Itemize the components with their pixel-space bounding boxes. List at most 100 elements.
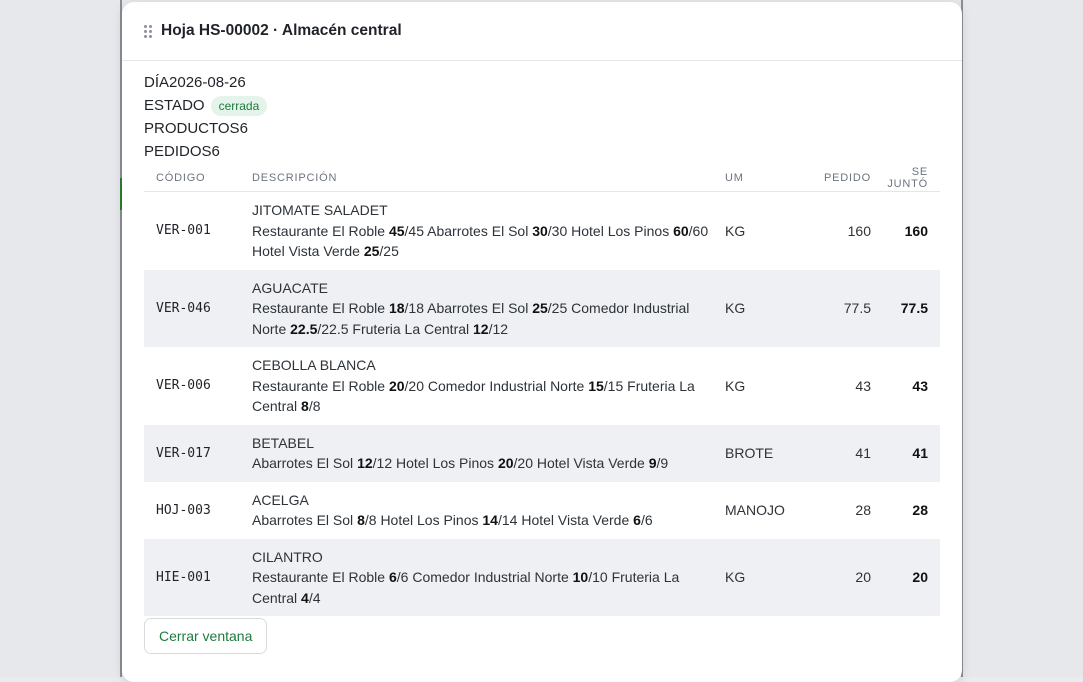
allocation-client: Restaurante El Roble — [252, 377, 386, 394]
allocation-collected: 9 — [648, 455, 657, 471]
allocation-collected: 60 — [673, 222, 689, 239]
ordered-quantity: 160 — [847, 222, 871, 239]
allocation-collected: 25 — [532, 300, 548, 316]
allocation-ordered: /14 — [497, 512, 518, 528]
allocation-client: Abarrotes El Sol — [427, 222, 529, 239]
product-name: CILANTRO — [252, 548, 323, 565]
allocation-client: Abarrotes El Sol — [252, 512, 354, 528]
allocation-collected: 14 — [482, 512, 498, 528]
allocation-client: Comedor Industrial Norte — [412, 569, 569, 585]
allocation-client: Abarrotes El Sol — [252, 455, 354, 471]
allocation-ordered: /4 — [308, 589, 321, 606]
allocation-client: Hotel Los Pinos — [396, 455, 495, 471]
unit-of-measure: MANOJO — [725, 502, 785, 518]
allocation-ordered: /6 — [396, 569, 409, 585]
product-description: ACELGA Abarrotes El Sol 8/8 Hotel Los Pin… — [252, 482, 725, 539]
allocation-collected: 6 — [633, 512, 641, 528]
table-row: HIE-001 CILANTRO Restaurante El Roble 6/6 … — [144, 538, 940, 616]
product-name: CEBOLLA BLANCA — [252, 357, 376, 373]
collected-quantity: 77.5 — [871, 269, 940, 347]
allocation-client: Comedor Industrial Norte — [427, 377, 585, 394]
meta-day-value: 2026-08-26 — [169, 74, 246, 91]
product-description: BETABEL Abarrotes El Sol 12/12 Hotel Los … — [252, 424, 725, 482]
allocation-collected: 25 — [363, 243, 380, 259]
table-row: VER-017 BETABEL Abarrotes El Sol 12/12 Hot… — [144, 424, 940, 482]
allocation-collected: 8 — [357, 512, 365, 528]
table-row: VER-001 JITOMATE SALADET Restaurante El Ro… — [144, 192, 940, 270]
allocation-client: Restaurante El Roble — [252, 300, 386, 316]
allocation-client: Hotel Vista Verde — [536, 455, 645, 471]
allocation-ordered: /12 — [372, 455, 393, 471]
modal-title: Hoja HS-00002 · Almacén central — [161, 22, 402, 39]
allocation-client: Hotel Vista Verde — [252, 243, 360, 259]
allocation-ordered: /15 — [603, 377, 624, 394]
product-code: VER-001 — [156, 223, 211, 239]
drag-handle-icon[interactable] — [144, 25, 152, 38]
product-code: HOJ-003 — [156, 502, 211, 518]
allocation-collected: 20 — [388, 377, 405, 394]
meta-orders: PEDIDOS 6 — [144, 140, 962, 163]
allocation-collected: 6 — [388, 569, 397, 585]
meta-orders-label: PEDIDOS — [144, 143, 212, 160]
sheet-meta: DÍA 2026-08-26 ESTADO cerrada PRODUCTOS 6 … — [122, 61, 962, 163]
allocation-ordered: /25 — [547, 300, 568, 316]
column-header-um: UM — [725, 165, 807, 192]
column-header-code: CÓDIGO — [144, 165, 252, 192]
meta-day: DÍA 2026-08-26 — [144, 71, 962, 94]
product-code: VER-006 — [156, 378, 211, 394]
allocation-ordered: /20 — [513, 455, 533, 471]
unit-of-measure: KG — [725, 222, 746, 239]
allocation-ordered: /12 — [488, 320, 509, 337]
meta-status: ESTADO cerrada — [144, 94, 962, 117]
allocation-ordered: /45 — [404, 222, 425, 239]
unit-of-measure: KG — [725, 269, 807, 347]
ordered-quantity: 28 — [855, 502, 871, 518]
allocation-ordered: /6 — [640, 512, 653, 528]
ordered-quantity: 77.5 — [807, 269, 871, 347]
meta-orders-value: 6 — [211, 143, 220, 160]
allocation-ordered: /22.5 — [317, 320, 349, 337]
collected-quantity: 160 — [904, 222, 928, 239]
collected-quantity: 20 — [871, 538, 940, 616]
allocation-collected: 4 — [301, 589, 309, 606]
allocation-collected: 12 — [473, 320, 489, 337]
collected-quantity: 43 — [912, 377, 928, 394]
products-table: CÓDIGO DESCRIPCIÓN UM PEDIDO SE JUNTÓ VE… — [144, 165, 940, 616]
column-header-collected: SE JUNTÓ — [871, 165, 940, 192]
allocation-client: Restaurante El Roble — [252, 222, 386, 239]
meta-products-label: PRODUCTOS — [144, 120, 240, 137]
meta-products: PRODUCTOS 6 — [144, 117, 962, 140]
allocation-client: Hotel Los Pinos — [571, 222, 670, 239]
products-table-wrap: CÓDIGO DESCRIPCIÓN UM PEDIDO SE JUNTÓ VE… — [144, 165, 940, 616]
allocation-collected: 45 — [388, 222, 405, 239]
product-name: BETABEL — [252, 434, 314, 451]
table-body: VER-001 JITOMATE SALADET Restaurante El Ro… — [144, 192, 940, 616]
allocation-ordered: /18 — [404, 300, 425, 316]
product-description: CEBOLLA BLANCA Restaurante El Roble 20/20… — [252, 347, 725, 425]
close-window-button[interactable]: Cerrar ventana — [144, 618, 268, 654]
allocation-collected: 12 — [357, 455, 373, 471]
allocation-collected: 20 — [497, 455, 514, 471]
allocation-ordered: /20 — [404, 377, 425, 394]
column-header-ordered: PEDIDO — [807, 165, 871, 192]
allocation-ordered: /30 — [547, 222, 568, 239]
allocation-client: Fruteria La Central — [352, 320, 470, 337]
collected-quantity: 41 — [871, 424, 940, 482]
collected-quantity: 28 — [912, 502, 928, 518]
allocation-ordered: /25 — [379, 243, 399, 259]
allocation-list: Restaurante El Roble 18/18 Abarrotes El … — [252, 298, 725, 339]
product-description: CILANTRO Restaurante El Roble 6/6 Comedor… — [252, 538, 725, 616]
allocation-list: Restaurante El Roble 20/20 Comedor Indus… — [252, 376, 725, 417]
product-description: AGUACATE Restaurante El Roble 18/18 Abarr… — [252, 269, 725, 347]
allocation-client: Hotel Vista Verde — [521, 512, 630, 528]
unit-of-measure: KG — [725, 538, 807, 616]
product-name: ACELGA — [252, 491, 309, 508]
meta-day-label: DÍA — [144, 74, 170, 91]
allocation-list: Restaurante El Roble 45/45 Abarrotes El … — [252, 221, 725, 262]
ordered-quantity: 43 — [855, 377, 871, 394]
allocation-collected: 30 — [532, 222, 548, 239]
table-row: HOJ-003 ACELGA Abarrotes El Sol 8/8 Hotel … — [144, 482, 940, 539]
allocation-ordered: /9 — [656, 455, 669, 471]
product-name: JITOMATE SALADET — [252, 202, 388, 218]
allocation-ordered: /8 — [364, 512, 377, 528]
